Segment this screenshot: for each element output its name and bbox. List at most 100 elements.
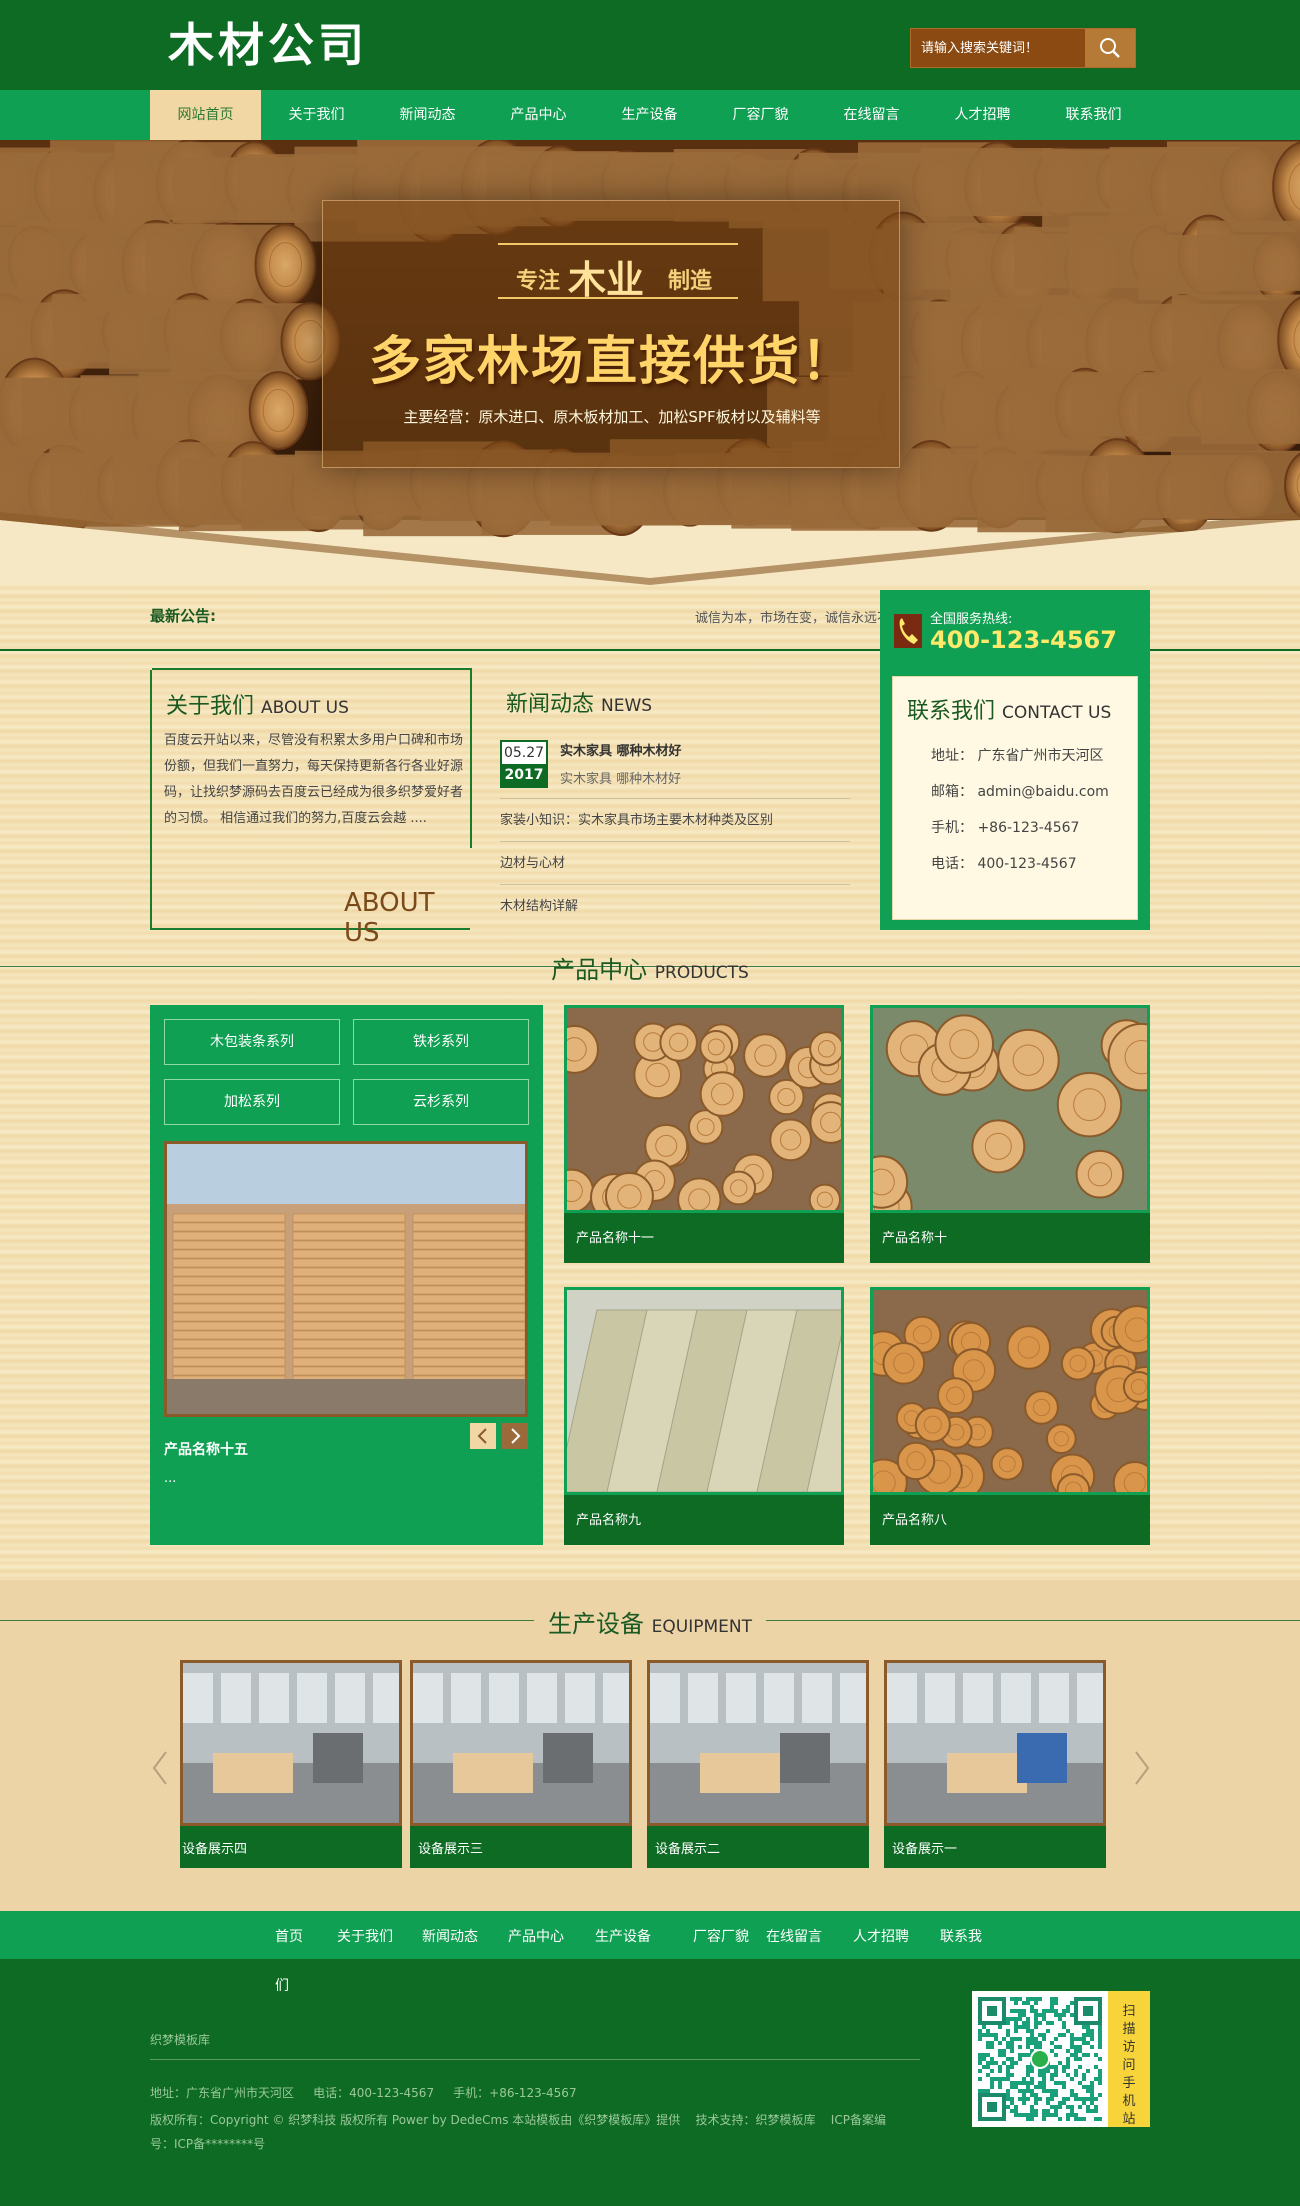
nav-item[interactable]: 生产设备 (594, 90, 705, 140)
search-box (910, 28, 1136, 68)
about-title-en: ABOUT US (261, 698, 349, 718)
product-name[interactable]: 产品名称十 (882, 1227, 947, 1246)
equipment-card[interactable]: 设备展示一 (884, 1660, 1106, 1868)
search-button[interactable] (1085, 29, 1135, 67)
nav-item[interactable]: 关于我们 (261, 90, 372, 140)
equipment-name[interactable]: 设备展示三 (418, 1838, 483, 1857)
product-name[interactable]: 产品名称八 (882, 1509, 947, 1528)
main-nav: 网站首页 关于我们 新闻动态 产品中心 生产设备 厂容厂貌 在线留言 人才招聘 联系我们 (0, 90, 1300, 140)
product-card[interactable]: 产品名称十 (870, 1005, 1150, 1263)
product-card[interactable]: 产品名称八 (870, 1287, 1150, 1545)
product-image[interactable] (564, 1005, 844, 1213)
equipment-next-button[interactable] (1132, 1748, 1152, 1788)
news-item[interactable]: 边材与心材 (500, 841, 850, 884)
product-image[interactable] (564, 1287, 844, 1495)
news-headline-summary: 实木家具 哪种木材好 (560, 772, 682, 787)
footer-nav-item[interactable]: 产品中心 (508, 1926, 564, 1946)
equipment-image[interactable] (180, 1660, 402, 1826)
products-heading[interactable]: 产品中心 PRODUCTS (537, 950, 763, 985)
footer-nav-item[interactable]: 首页 (275, 1926, 303, 1946)
footer-nav-item[interactable]: 在线留言 (766, 1926, 822, 1946)
about-watermark: ABOUT US (344, 888, 435, 948)
featured-product-image[interactable] (164, 1141, 528, 1417)
banner-tagline: 专注 木业 制造 (498, 243, 738, 302)
news-date-day: 05.27 (503, 745, 545, 761)
equipment-card[interactable]: 设备展示三 (410, 1660, 632, 1868)
product-name[interactable]: 产品名称十一 (576, 1227, 654, 1246)
product-card[interactable]: 产品名称九 (564, 1287, 844, 1545)
equipment-image[interactable] (647, 1660, 869, 1826)
equipment-card[interactable]: 设备展示四 (180, 1660, 402, 1868)
chevron-left-icon (152, 1751, 167, 1785)
page: 木材公司 网站首页关于我们新闻动态产品中心生产设备厂容厂貌在线留言人才招聘联系我… (0, 0, 1300, 2206)
category-button[interactable]: 木包装条系列 (164, 1019, 340, 1065)
footer-nav-item[interactable]: 生产设备 (595, 1926, 651, 1946)
product-image[interactable] (870, 1287, 1150, 1495)
equipment-title-en: EQUIPMENT (651, 1617, 752, 1637)
footer-nav-item[interactable]: 关于我们 (337, 1926, 393, 1946)
search-input[interactable] (911, 29, 1087, 67)
site-logo[interactable]: 木材公司 (168, 14, 368, 76)
news-title[interactable]: 新闻动态 NEWS (506, 686, 652, 718)
category-button[interactable]: 云杉系列 (353, 1079, 529, 1125)
nav-item[interactable]: 新闻动态 (372, 90, 483, 140)
products-title-en: PRODUCTS (654, 963, 749, 983)
footer-nav-item[interactable]: 人才招聘 (853, 1926, 909, 1946)
contact-title: 联系我们 CONTACT US (907, 693, 1111, 725)
product-category-panel: 木包装条系列 铁杉系列 加松系列 云杉系列 产品名称十五 ... (150, 1005, 543, 1545)
contact-phone: 电话： 400-123-4567 (931, 856, 1077, 872)
featured-product-desc: ... (164, 1471, 177, 1486)
equipment-name[interactable]: 设备展示二 (655, 1838, 720, 1857)
equipment-prev-button[interactable] (150, 1748, 170, 1788)
equipment-image[interactable] (410, 1660, 632, 1826)
footer-nav-item[interactable]: 新闻动态 (422, 1926, 478, 1946)
news-item[interactable]: 家装小知识：实木家具市场主要木材种类及区别 (500, 798, 850, 841)
footer-site-name[interactable]: 织梦模板库 (150, 2031, 210, 2048)
product-name[interactable]: 产品名称九 (576, 1509, 641, 1528)
footer-nav: 首页 关于我们 新闻动态 产品中心 生产设备 厂容厂貌 在线留言 人才招聘 联系我 (0, 1911, 1300, 1959)
chevron-right-icon (511, 1428, 521, 1444)
news-headline[interactable]: 实木家具 哪种木材好 (560, 740, 682, 759)
contact-address: 地址： 广东省广州市天河区 (931, 748, 1104, 764)
hotline-number: 400-123-4567 (930, 626, 1117, 654)
product-card[interactable]: 产品名称十一 (564, 1005, 844, 1263)
nav-item[interactable]: 网站首页 (150, 90, 261, 140)
equipment-title: 生产设备 EQUIPMENT (0, 1604, 1300, 1639)
contact-email: 邮箱： admin@baidu.com (931, 784, 1109, 800)
header: 木材公司 (0, 0, 1300, 90)
category-button[interactable]: 加松系列 (164, 1079, 340, 1125)
nav-item[interactable]: 联系我们 (1038, 90, 1149, 140)
hotline-label: 全国服务热线: (930, 612, 1013, 627)
news-title-en: NEWS (601, 696, 653, 716)
divider (150, 2059, 920, 2060)
equipment-name[interactable]: 设备展示一 (892, 1838, 957, 1857)
product-image[interactable] (870, 1005, 1150, 1213)
prev-button[interactable] (470, 1423, 496, 1449)
category-button[interactable]: 铁杉系列 (353, 1019, 529, 1065)
hero-banner: 专注 木业 制造 多家林场直接供货！ 主要经营：原木进口、原木板材加工、加松SP… (0, 140, 1300, 585)
news-title-cn: 新闻动态 (506, 692, 595, 717)
nav-item[interactable]: 在线留言 (816, 90, 927, 140)
about-title[interactable]: 关于我们 ABOUT US (166, 688, 349, 720)
footer-icp[interactable]: 号：ICP备********号 (150, 2135, 265, 2152)
equipment-section: 生产设备 EQUIPMENT 设备展示四 设备展示三 设备展示二 设备展示一 (0, 1580, 1300, 1912)
nav-item[interactable]: 产品中心 (483, 90, 594, 140)
about-text: 百度云开站以来，尽管没有积累太多用户口碑和市场份额，但我们一直努力，每天保持更新… (164, 733, 464, 826)
footer-nav-item-wrap[interactable]: 们 (275, 1975, 289, 1995)
footer-nav-item[interactable]: 联系我 (940, 1926, 982, 1946)
qr-code (972, 1991, 1108, 2127)
equipment-name[interactable]: 设备展示四 (182, 1838, 247, 1857)
featured-product-name[interactable]: 产品名称十五 (164, 1439, 248, 1459)
chevron-right-icon (1135, 1751, 1150, 1785)
nav-item[interactable]: 人才招聘 (927, 90, 1038, 140)
footer-copyright: 版权所有：Copyright © 织梦科技 版权所有 Power by Dede… (150, 2113, 886, 2127)
equipment-image[interactable] (884, 1660, 1106, 1826)
equipment-heading[interactable]: 生产设备 EQUIPMENT (534, 1604, 766, 1639)
contact-card: 联系我们 CONTACT US 地址： 广东省广州市天河区 邮箱： admin@… (892, 676, 1138, 920)
news-item[interactable]: 木材结构详解 (500, 884, 850, 927)
next-button[interactable] (502, 1423, 528, 1449)
equipment-card[interactable]: 设备展示二 (647, 1660, 869, 1868)
notice-bar: 最新公告: 诚信为本，市场在变，诚信永远不变。 (150, 605, 916, 629)
nav-item[interactable]: 厂容厂貌 (705, 90, 816, 140)
footer-nav-item[interactable]: 厂容厂貌 (693, 1926, 749, 1946)
